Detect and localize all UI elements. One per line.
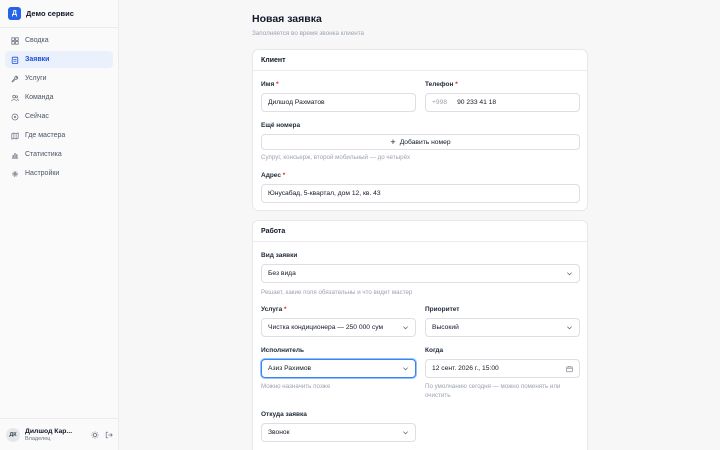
address-value: Юнусабад, 5-квартал, дом 12, кв. 43 xyxy=(268,190,381,197)
user-info: Дилшод Кар... Владелец xyxy=(25,428,83,442)
service-label: Услуга * xyxy=(261,306,287,313)
sidebar-item-label: Услуги xyxy=(25,75,47,82)
source-select[interactable]: Звонок xyxy=(261,423,416,442)
sidebar-item-services[interactable]: Услуги xyxy=(5,70,113,87)
map-icon xyxy=(10,131,19,140)
name-label-text: Имя xyxy=(261,81,275,88)
name-label: Имя * xyxy=(261,81,279,88)
users-icon xyxy=(10,93,19,102)
wrench-icon xyxy=(10,74,19,83)
user-profile: ДК Дилшод Кар... Владелец xyxy=(0,418,119,450)
theme-toggle-icon[interactable] xyxy=(91,430,99,439)
required-mark: * xyxy=(282,172,286,179)
plus-icon: + xyxy=(390,136,396,147)
phone-label-text: Телефон xyxy=(425,81,454,88)
phone-value: 90 233 41 18 xyxy=(457,99,497,106)
when-hint: По умолчанию сегодня — можно поменять ил… xyxy=(425,383,561,399)
sidebar-item-label: Команда xyxy=(25,94,54,101)
work-card: Работа Вид заявки Без вида Решает, какие… xyxy=(252,220,588,450)
chevron-down-icon xyxy=(402,324,409,331)
brand-logo: Д xyxy=(8,7,21,20)
sidebar-item-label: Настройки xyxy=(25,170,60,177)
required-mark: * xyxy=(455,81,458,88)
required-mark: * xyxy=(284,306,287,313)
logout-icon[interactable] xyxy=(105,431,113,439)
service-select[interactable]: Чистка кондиционера — 250 000 сум xyxy=(261,318,416,337)
service-value: Чистка кондиционера — 250 000 сум xyxy=(268,324,384,331)
address-label-text: Адрес xyxy=(261,172,281,179)
priority-value: Высокий xyxy=(432,324,459,331)
sidebar-item-requests[interactable]: Заявки xyxy=(5,51,113,68)
phone-label: Телефон * xyxy=(425,81,458,88)
brand[interactable]: Д Демо сервис xyxy=(0,0,118,28)
sidebar-nav: Сводка Заявки Услуги Команда Сейчас Где … xyxy=(0,28,118,188)
assignee-select[interactable]: Азиз Рахимов xyxy=(261,359,416,378)
source-value: Звонок xyxy=(268,429,290,436)
sidebar-item-map[interactable]: Где мастера xyxy=(5,127,113,144)
assignee-label: Исполнитель xyxy=(261,347,304,354)
required-mark: * xyxy=(276,81,279,88)
sidebar-item-label: Сводка xyxy=(25,37,49,44)
user-name: Дилшод Кар... xyxy=(25,427,73,435)
extra-numbers-hint: Супруг, консьерж, второй мобильный — до … xyxy=(261,154,411,161)
work-card-title: Работа xyxy=(253,221,587,242)
sidebar-item-stats[interactable]: Статистика xyxy=(5,146,113,163)
sidebar-item-team[interactable]: Команда xyxy=(5,89,113,106)
avatar: ДК xyxy=(6,427,20,442)
chevron-down-icon xyxy=(402,429,409,436)
sidebar-item-label: Статистика xyxy=(25,151,62,158)
brand-name: Демо сервис xyxy=(26,9,74,18)
when-field[interactable]: 12 сент. 2026 г., 15:00 xyxy=(425,359,580,378)
page-title: Новая заявка xyxy=(252,13,322,25)
grid-icon xyxy=(10,36,19,45)
client-card-title: Клиент xyxy=(253,50,587,71)
phone-field[interactable]: +998 90 233 41 18 xyxy=(425,93,580,112)
sidebar: Д Демо сервис Сводка Заявки Услуги Коман… xyxy=(0,0,119,450)
request-type-value: Без вида xyxy=(268,270,296,277)
page-subtitle: Заполняется во время звонка клиента xyxy=(252,30,365,37)
request-type-label: Вид заявки xyxy=(261,252,298,259)
sidebar-item-summary[interactable]: Сводка xyxy=(5,32,113,49)
extra-numbers-label: Ещё номера xyxy=(261,122,301,129)
sidebar-item-settings[interactable]: Настройки xyxy=(5,165,113,182)
calendar-icon[interactable] xyxy=(566,365,573,372)
user-role: Владелец xyxy=(25,435,51,442)
priority-select[interactable]: Высокий xyxy=(425,318,580,337)
chevron-down-icon xyxy=(566,270,573,277)
sidebar-item-label: Заявки xyxy=(25,56,50,63)
phone-prefix: +998 xyxy=(432,99,448,106)
add-number-label: Добавить номер xyxy=(399,138,451,146)
request-type-hint: Решает, какие поля обязательны и что вид… xyxy=(261,289,413,296)
sidebar-item-label: Где мастера xyxy=(25,132,66,139)
when-value: 12 сент. 2026 г., 15:00 xyxy=(432,365,499,372)
assignee-value: Азиз Рахимов xyxy=(268,365,312,372)
sidebar-item-label: Сейчас xyxy=(25,113,49,120)
chevron-down-icon xyxy=(566,324,573,331)
sidebar-item-now[interactable]: Сейчас xyxy=(5,108,113,125)
bar-chart-icon xyxy=(10,150,19,159)
request-type-select[interactable]: Без вида xyxy=(261,264,580,283)
gear-icon xyxy=(10,169,19,178)
source-label: Откуда заявка xyxy=(261,411,307,418)
name-field[interactable]: Дилшод Рахматов xyxy=(261,93,416,112)
priority-label: Приоритет xyxy=(425,306,460,313)
activity-icon xyxy=(10,112,19,121)
client-card: Клиент Имя * Дилшод Рахматов Телефон * +… xyxy=(252,49,588,211)
add-number-button[interactable]: + Добавить номер xyxy=(261,134,580,150)
chevron-down-icon xyxy=(402,365,409,372)
clipboard-icon xyxy=(10,55,19,64)
name-value: Дилшод Рахматов xyxy=(268,99,325,106)
service-label-text: Услуга xyxy=(261,306,283,313)
when-label: Когда xyxy=(425,347,444,354)
address-field[interactable]: Юнусабад, 5-квартал, дом 12, кв. 43 xyxy=(261,184,580,203)
address-label: Адрес * xyxy=(261,172,285,179)
assignee-hint: Можно назначить позже xyxy=(261,383,331,390)
